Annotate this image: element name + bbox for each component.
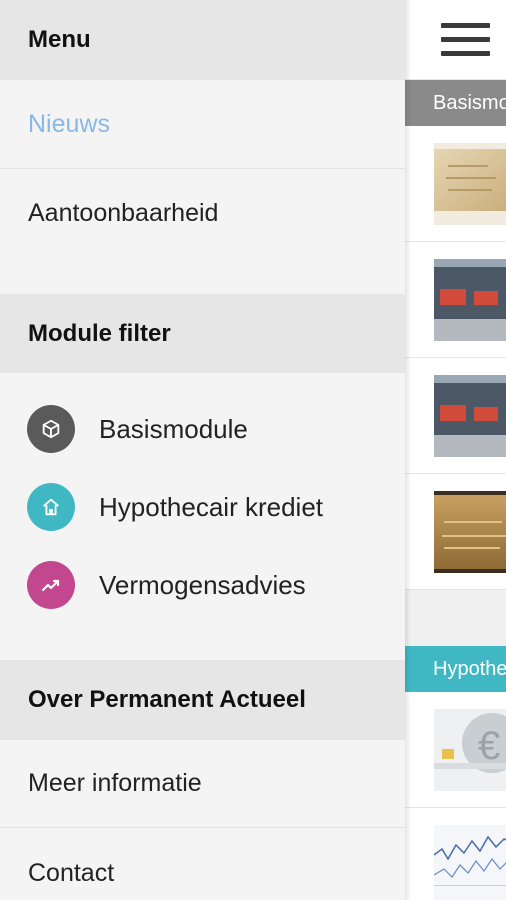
news-thumbnail [434, 825, 506, 900]
filter-label: Hypothecair krediet [99, 491, 323, 522]
news-card[interactable] [405, 808, 506, 900]
navigation-drawer: Menu Nieuws Aantoonbaarheid Module filte… [0, 0, 405, 900]
main-content: Basismo Hypothe € [405, 0, 506, 900]
top-bar [405, 0, 506, 80]
news-thumbnail [434, 143, 506, 225]
module-filter-header: Module filter [0, 294, 405, 373]
news-thumbnail [434, 375, 506, 457]
filter-label: Basismodule [99, 413, 248, 444]
news-thumbnail: € [434, 709, 506, 791]
news-card[interactable] [405, 126, 506, 242]
menu-header: Menu [0, 0, 405, 80]
news-thumbnail [434, 491, 506, 573]
menu-item-aantoonbaarheid[interactable]: Aantoonbaarheid [0, 169, 405, 257]
filter-label: Vermogensadvies [99, 569, 306, 600]
hamburger-menu-icon[interactable] [441, 23, 490, 56]
menu-item-contact[interactable]: Contact [0, 828, 405, 900]
filter-basismodule[interactable]: Basismodule [0, 390, 405, 468]
news-card[interactable]: € [405, 692, 506, 808]
filter-hypothecair-krediet[interactable]: Hypothecair krediet [0, 468, 405, 546]
menu-item-meer-informatie[interactable]: Meer informatie [0, 740, 405, 827]
section-gap [405, 590, 506, 646]
news-card[interactable] [405, 242, 506, 358]
news-card[interactable] [405, 474, 506, 590]
section-header-basismodule: Basismo [405, 80, 506, 126]
svg-text:€: € [478, 724, 500, 768]
about-header: Over Permanent Actueel [0, 660, 405, 740]
menu-item-nieuws[interactable]: Nieuws [0, 80, 405, 168]
section-header-hypothecair: Hypothe [405, 646, 506, 692]
news-thumbnail [434, 259, 506, 341]
news-card[interactable] [405, 358, 506, 474]
filter-vermogensadvies[interactable]: Vermogensadvies [0, 546, 405, 624]
cube-icon [27, 405, 75, 453]
trend-line-icon [27, 561, 75, 609]
house-icon [27, 483, 75, 531]
